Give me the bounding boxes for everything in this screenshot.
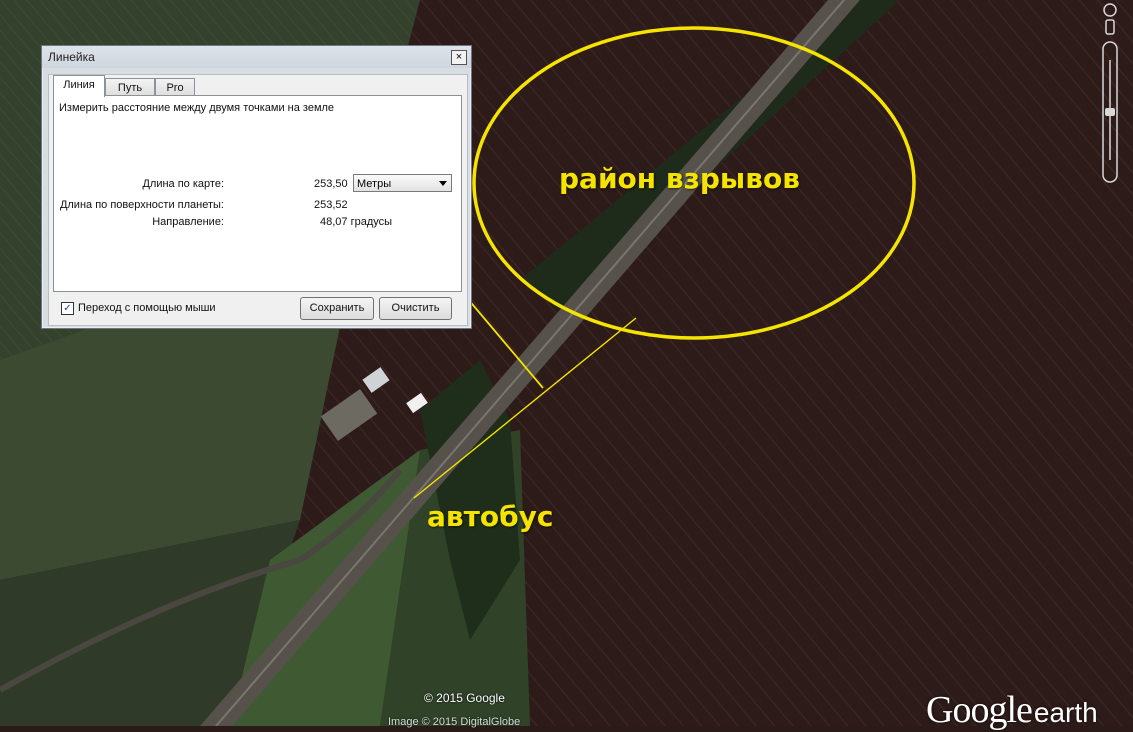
direction-label: Направление: <box>152 216 224 228</box>
map-copyright: © 2015 Google <box>424 691 505 705</box>
logo-small: earth <box>1033 697 1098 728</box>
clear-button[interactable]: Очистить <box>379 297 452 320</box>
ruler-description: Измерить расстояние между двумя точками … <box>59 102 335 114</box>
mouse-navigation-label: Переход с помощью мыши <box>78 302 216 314</box>
chevron-down-icon <box>439 181 447 186</box>
bus-label: автобус <box>427 500 554 533</box>
surface-length-label: Длина по поверхности планеты: <box>59 199 224 211</box>
unit-select[interactable]: Метры <box>353 174 452 192</box>
map-length-label: Длина по карте: <box>142 178 224 190</box>
tab-line[interactable]: Линия <box>53 75 105 97</box>
zoom-thumb[interactable] <box>1105 108 1115 116</box>
tab-panel: Измерить расстояние между двумя точками … <box>53 95 462 292</box>
map-length-value: 253,50 <box>314 178 348 190</box>
ruler-dialog: Линейка × Линия Путь Pro Измерить рассто… <box>41 45 472 329</box>
mouse-navigation-checkbox[interactable]: ✓ <box>61 302 74 315</box>
ruler-titlebar[interactable]: Линейка × <box>42 46 471 68</box>
surface-length-value: 253,52 <box>314 199 348 211</box>
ruler-title: Линейка <box>48 50 95 64</box>
google-earth-logo: Googleearth <box>926 688 1098 732</box>
direction-value: 48,07 градусы <box>320 216 393 228</box>
ruler-body: Линия Путь Pro Измерить расстояние между… <box>48 74 468 326</box>
imagery-copyright: Image © 2015 DigitalGlobe <box>388 716 521 728</box>
logo-main: Google <box>926 689 1033 731</box>
zoom-slider[interactable] <box>1098 0 1122 190</box>
explosion-area-label: район взрывов <box>559 162 800 195</box>
close-button[interactable]: × <box>451 50 467 65</box>
save-button[interactable]: Сохранить <box>300 297 374 320</box>
unit-selected-value: Метры <box>357 178 392 190</box>
